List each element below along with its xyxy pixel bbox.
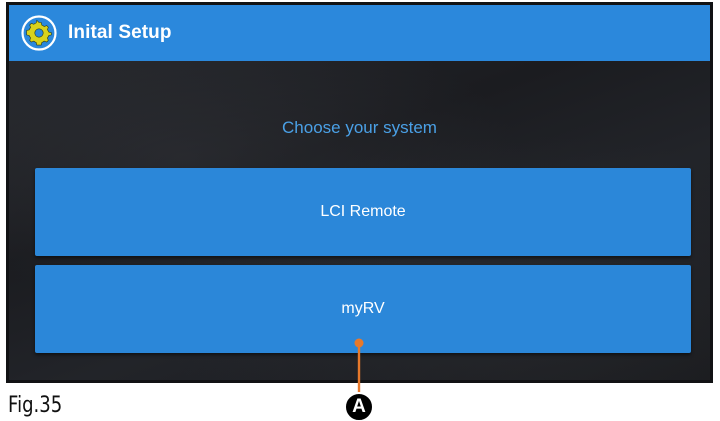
setup-content: Choose your system LCI Remote myRV bbox=[9, 61, 710, 380]
choose-system-prompt: Choose your system bbox=[282, 118, 437, 137]
lci-remote-button[interactable]: LCI Remote bbox=[35, 168, 691, 256]
figure-caption: Fig.35 bbox=[8, 393, 63, 418]
app-bar: Inital Setup bbox=[9, 5, 710, 61]
app-title: Inital Setup bbox=[68, 22, 172, 43]
tablet-screen: Inital Setup Choose your system LCI Remo… bbox=[6, 2, 713, 383]
gear-icon bbox=[21, 15, 57, 51]
callout-label: A bbox=[352, 396, 366, 417]
